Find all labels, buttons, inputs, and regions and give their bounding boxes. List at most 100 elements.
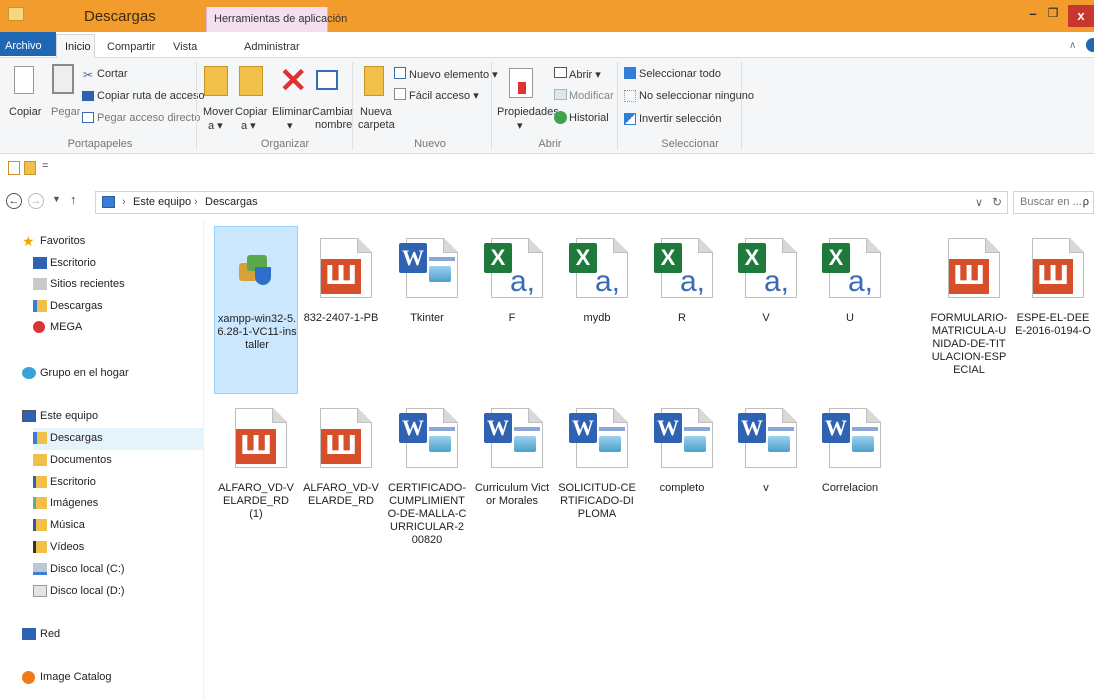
new-folder-icon[interactable]	[364, 66, 384, 96]
move-to-icon[interactable]	[204, 66, 228, 96]
file-name: 832-2407-1-PB	[303, 312, 379, 324]
downloads-icon	[33, 300, 47, 312]
search-input[interactable]: Buscar en ... ρ	[1013, 191, 1094, 214]
new-folder-quick-icon[interactable]	[24, 161, 36, 175]
select-none-button[interactable]: No seleccionar ninguno	[639, 90, 754, 102]
nav-sitios-recientes[interactable]: Sitios recientes	[50, 278, 125, 290]
search-placeholder: Buscar en ...	[1020, 196, 1082, 208]
breadcrumb-separator[interactable]: ›	[194, 196, 198, 208]
file-item[interactable]: Ш ESPE-EL-DEEE-2016-0194-O	[1011, 226, 1094, 394]
nav-descargas-fav[interactable]: Descargas	[50, 300, 103, 312]
nav-red[interactable]: Red	[40, 628, 60, 640]
delete-icon[interactable]: ✕	[279, 64, 308, 98]
tab-compartir[interactable]: Compartir	[107, 41, 155, 53]
nav-descargas[interactable]: Descargas	[50, 432, 103, 444]
up-icon[interactable]: ↑	[70, 192, 77, 207]
file-item[interactable]: Ш FORMULARIO-MATRICULA-UNIDAD-DE-TITULACI…	[927, 226, 1011, 394]
nav-escritorio[interactable]: Escritorio	[50, 257, 96, 269]
refresh-icon[interactable]: ↻	[992, 195, 1002, 209]
delete-button[interactable]: Eliminar	[272, 106, 312, 118]
paste-shortcut-icon	[82, 112, 94, 123]
copy-button[interactable]: Copiar	[9, 106, 41, 118]
breadcrumb-este-equipo[interactable]: Este equipo	[133, 196, 191, 208]
copy-icon[interactable]	[14, 66, 34, 94]
breadcrumb-descargas[interactable]: Descargas	[205, 196, 258, 208]
paste-shortcut-button[interactable]: Pegar acceso directo	[97, 112, 200, 124]
file-item[interactable]: xampp-win32-5.6.28-1-VC11-installer	[214, 226, 298, 394]
open-button[interactable]: Abrir ▾	[569, 68, 601, 81]
tab-vista[interactable]: Vista	[173, 41, 197, 53]
nav-disco-c[interactable]: Disco local (C:)	[50, 563, 125, 575]
forward-icon[interactable]: →	[28, 193, 44, 209]
file-item[interactable]: Xa, V	[724, 226, 808, 394]
minimize-button[interactable]: –	[1023, 6, 1043, 21]
edit-button[interactable]: Modificar	[569, 90, 614, 102]
tab-administrar[interactable]: Administrar	[244, 41, 300, 53]
file-item[interactable]: W Tkinter	[385, 226, 469, 394]
properties-dropdown[interactable]: ▾	[517, 119, 523, 132]
file-item[interactable]: W Curriculum Victor Morales	[470, 396, 554, 564]
copy-to-dropdown[interactable]: a ▾	[241, 119, 256, 132]
customize-qat-dropdown[interactable]: =	[42, 160, 48, 172]
rename-icon[interactable]	[316, 70, 338, 90]
file-item[interactable]: Xa, U	[808, 226, 892, 394]
nav-mega[interactable]: MEGA	[50, 321, 82, 333]
nav-disco-d[interactable]: Disco local (D:)	[50, 585, 125, 597]
file-item[interactable]: Wcompleto	[640, 396, 724, 564]
nav-escritorio-equipo[interactable]: Escritorio	[50, 476, 96, 488]
nav-musica[interactable]: Música	[50, 519, 85, 531]
local-disk-c-icon	[33, 563, 47, 575]
downloads-folder-icon	[102, 196, 115, 208]
back-icon[interactable]: ←	[6, 193, 22, 209]
contextual-tab-header[interactable]: Herramientas de aplicación	[206, 7, 347, 32]
address-bar[interactable]: › Este equipo › Descargas ∨ ↻	[95, 191, 1008, 214]
paste-button[interactable]: Pegar	[51, 106, 80, 118]
file-item[interactable]: W Correlacion	[808, 396, 892, 564]
tab-inicio[interactable]: Inicio	[56, 34, 95, 59]
copy-to-icon[interactable]	[239, 66, 263, 96]
new-folder-button[interactable]: Nueva	[360, 106, 392, 118]
nav-favoritos[interactable]: Favoritos	[40, 235, 85, 247]
nav-videos[interactable]: Vídeos	[50, 541, 84, 553]
file-item[interactable]: Ш 832-2407-1-PB	[299, 226, 383, 394]
properties-quick-icon[interactable]	[8, 161, 20, 175]
nav-image-catalog[interactable]: Image Catalog	[40, 671, 112, 683]
history-button[interactable]: Historial	[569, 112, 609, 124]
select-all-icon	[624, 67, 636, 79]
file-item[interactable]: Ш ALFARO_VD-VELARDE_RD (1)	[214, 396, 298, 564]
nav-imagenes[interactable]: Imágenes	[50, 497, 98, 509]
collapse-ribbon-icon[interactable]: ∧	[1069, 40, 1076, 51]
nav-documentos[interactable]: Documentos	[50, 454, 112, 466]
open-icon	[554, 67, 567, 78]
file-item[interactable]: Ш ALFARO_VD-VELARDE_RD	[299, 396, 383, 564]
properties-button[interactable]: Propiedades	[497, 106, 559, 118]
restore-button[interactable]: ❐	[1043, 6, 1063, 20]
tab-archivo[interactable]: Archivo	[0, 32, 56, 56]
nav-este-equipo[interactable]: Este equipo	[40, 410, 98, 422]
file-item[interactable]: Xa, R	[640, 226, 724, 394]
address-dropdown-icon[interactable]: ∨	[975, 196, 983, 209]
file-item[interactable]: W CERTIFICADO-CUMPLIMIENTO-DE-MALLA-CURRI…	[385, 396, 469, 564]
file-item[interactable]: Xa, F	[470, 226, 554, 394]
copy-to-button[interactable]: Copiar	[235, 106, 267, 118]
help-icon[interactable]	[1086, 38, 1094, 52]
recent-locations-chevron-icon[interactable]: ▼	[52, 194, 61, 204]
paste-icon[interactable]	[52, 64, 74, 94]
select-all-button[interactable]: Seleccionar todo	[639, 68, 721, 80]
easy-access-button[interactable]: Fácil acceso ▾	[409, 89, 479, 102]
new-item-button[interactable]: Nuevo elemento ▾	[409, 68, 498, 81]
file-item[interactable]: Wv	[724, 396, 808, 564]
move-to-button[interactable]: Mover	[203, 106, 234, 118]
rename-button[interactable]: Cambiar	[312, 106, 354, 118]
move-to-dropdown[interactable]: a ▾	[208, 119, 223, 132]
delete-dropdown[interactable]: ▾	[287, 119, 293, 132]
file-item[interactable]: Xa, mydb	[555, 226, 639, 394]
rename-button-line2: nombre	[315, 119, 353, 131]
nav-grupo-hogar[interactable]: Grupo en el hogar	[40, 367, 129, 379]
close-button[interactable]: x	[1068, 5, 1094, 27]
breadcrumb-separator[interactable]: ›	[122, 196, 126, 208]
cut-button[interactable]: Cortar	[97, 68, 128, 80]
copy-path-button[interactable]: Copiar ruta de acceso	[97, 90, 205, 102]
file-item[interactable]: W SOLICITUD-CERTIFICADO-DIPLOMA	[555, 396, 639, 564]
invert-selection-button[interactable]: Invertir selección	[639, 113, 722, 125]
